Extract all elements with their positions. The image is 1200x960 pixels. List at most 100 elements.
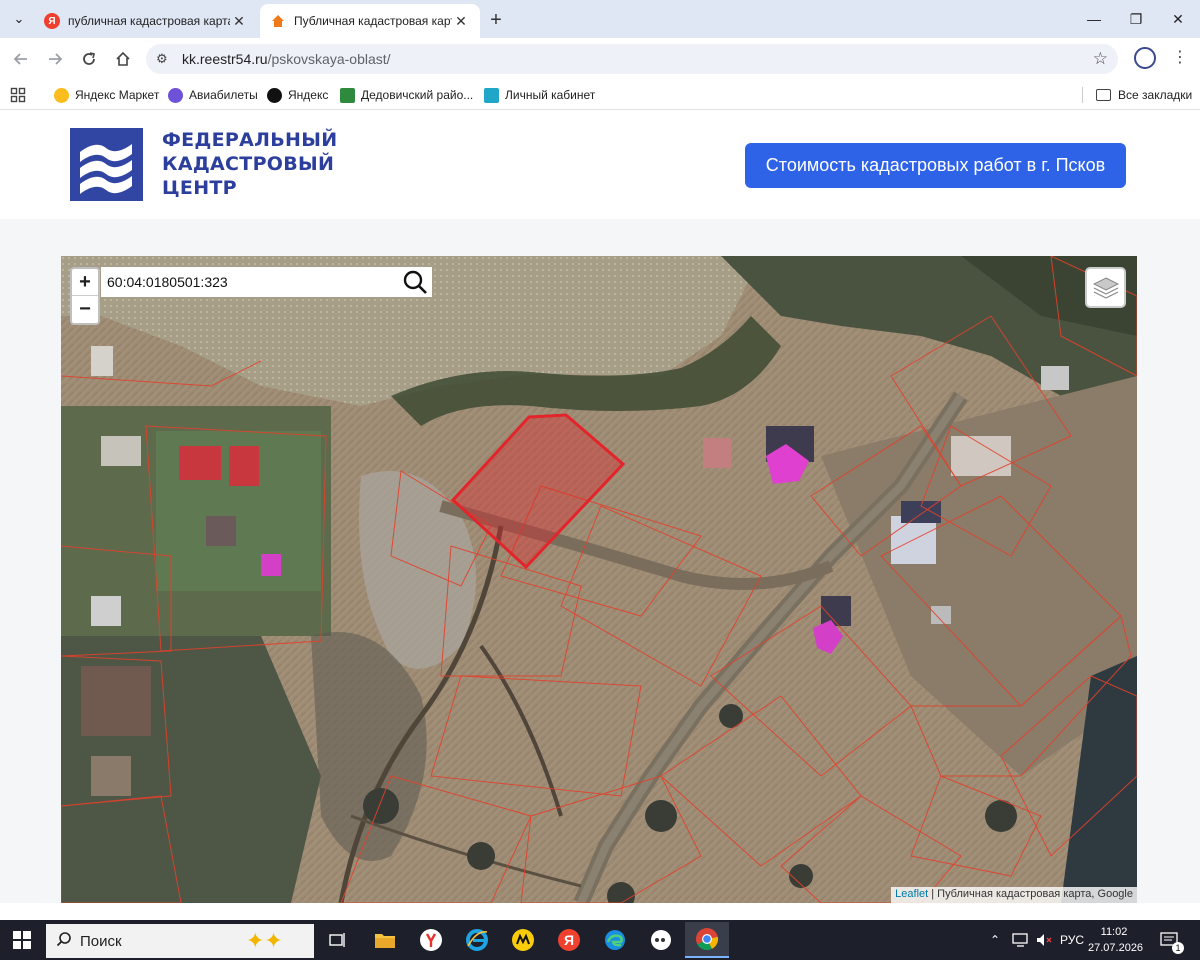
bookmark-lichny-kabinet[interactable]: Личный кабинет (484, 85, 595, 105)
home-button[interactable] (110, 46, 136, 72)
notifications-button[interactable]: 1 (1160, 920, 1184, 960)
bookmark-dedovichi[interactable]: Дедовичский райо... (340, 85, 473, 105)
home-icon (116, 51, 130, 66)
coat-of-arms-icon (340, 87, 355, 103)
app-dots-icon (651, 930, 671, 950)
notification-badge: 1 (1172, 942, 1184, 954)
restore-button[interactable]: ❐ (1116, 4, 1156, 34)
bookmark-star-icon[interactable]: ☆ (1093, 49, 1108, 69)
gosuslugi-icon (484, 87, 499, 103)
minimize-button[interactable]: — (1074, 4, 1114, 34)
taskbar-edge[interactable] (593, 922, 637, 958)
satellite-imagery (61, 256, 1137, 903)
zoom-out-button[interactable]: − (72, 296, 98, 323)
bookmarks-divider (1082, 87, 1083, 103)
logo-line: ЦЕНТР (162, 177, 237, 199)
taskbar-yandex-browser[interactable] (409, 922, 453, 958)
internet-explorer-icon (466, 929, 488, 951)
yandex-market-icon (54, 87, 69, 103)
tab-strip: ⌄ Я публичная кадастровая карта ✕ Публич… (0, 0, 1200, 38)
address-bar[interactable]: ⚙ kk.reestr54.ru/pskovskaya-oblast/ ☆ (146, 44, 1118, 74)
profile-icon[interactable] (1134, 47, 1156, 69)
logo-text[interactable]: ФЕДЕРАЛЬНЫЙ КАДАСТРОВЫЙ ЦЕНТР (162, 128, 362, 200)
arrow-left-icon (13, 53, 27, 65)
search-button[interactable] (402, 269, 428, 295)
tab-search-button[interactable]: ⌄ (6, 6, 32, 32)
taskbar-chrome[interactable] (685, 922, 729, 958)
network-icon[interactable] (1012, 920, 1030, 960)
taskbar-search[interactable]: Поиск ✦✦ (46, 924, 314, 958)
language-indicator[interactable]: РУС (1060, 920, 1084, 960)
zoom-control: + − (70, 267, 100, 325)
taskbar-yandex-market[interactable] (501, 922, 545, 958)
volume-muted-icon[interactable] (1036, 920, 1054, 960)
chrome-icon (696, 928, 719, 950)
site-header: ФЕДЕРАЛЬНЫЙ КАДАСТРОВЫЙ ЦЕНТР Стоимость … (0, 111, 1200, 219)
plane-icon (168, 87, 183, 103)
site-info-icon[interactable]: ⚙ (156, 51, 176, 67)
back-button[interactable] (8, 46, 34, 72)
close-window-button[interactable]: ✕ (1158, 4, 1198, 34)
arrow-right-icon (49, 53, 63, 65)
house-favicon-icon (270, 13, 286, 29)
taskbar-yandex[interactable]: Я (547, 922, 591, 958)
windows-logo-icon (13, 931, 31, 949)
taskbar-app-dots[interactable] (639, 922, 683, 958)
bookmark-aviabilety[interactable]: Авиабилеты (168, 85, 258, 105)
yandex-browser-icon (420, 929, 442, 951)
svg-text:Я: Я (564, 932, 574, 948)
close-tab-icon[interactable]: ✕ (452, 12, 470, 30)
yandex-icon: Я (558, 929, 580, 951)
zoom-in-button[interactable]: + (72, 269, 98, 296)
taskbar-explorer[interactable] (363, 922, 407, 958)
new-tab-button[interactable]: + (484, 8, 508, 32)
apps-grid-icon[interactable] (10, 85, 26, 105)
tab-title: Публичная кадастровая карта (294, 14, 452, 28)
search-icon (56, 931, 72, 952)
menu-dots-icon[interactable]: ⋮ (1170, 47, 1190, 69)
reload-icon (83, 52, 95, 65)
close-tab-icon[interactable]: ✕ (230, 12, 248, 30)
cadastral-search (101, 267, 432, 297)
cadastral-map[interactable]: + − Leaflet | Публичная кадастровая карт… (61, 256, 1137, 903)
logo-mark[interactable] (70, 128, 143, 201)
edge-icon (605, 930, 625, 950)
start-button[interactable] (0, 920, 44, 960)
windows-taskbar: Поиск ✦✦ Я ⌃ РУС 11:02 27.07.2026 1 (0, 920, 1200, 960)
leaflet-link[interactable]: Leaflet (895, 888, 928, 900)
layers-icon (1092, 276, 1119, 299)
yandex-favicon-icon: Я (44, 13, 60, 29)
reload-button[interactable] (76, 46, 102, 72)
tab-inactive[interactable]: Я публичная кадастровая карта ✕ (34, 4, 258, 38)
address-url: kk.reestr54.ru/pskovskaya-oblast/ (182, 51, 391, 67)
cadastral-number-input[interactable] (101, 274, 391, 290)
folder-icon (375, 934, 395, 948)
tab-active[interactable]: Публичная кадастровая карта ✕ (260, 4, 480, 38)
map-attribution: Leaflet | Публичная кадастровая карта, G… (891, 887, 1137, 903)
bookmarks-bar: Яндекс Маркет Авиабилеты Яндекс Дедовичс… (0, 80, 1200, 110)
sparkle-icon: ✦✦ (246, 928, 283, 953)
clock-date: 27.07.2026 (1088, 942, 1144, 954)
taskbar-ie[interactable] (455, 922, 499, 958)
taskbar-search-placeholder: Поиск (80, 932, 122, 950)
logo-waves-icon (70, 128, 143, 201)
forward-button[interactable] (42, 46, 68, 72)
cadastral-price-button[interactable]: Стоимость кадастровых работ в г. Псков (745, 143, 1126, 188)
task-view-button[interactable] (316, 922, 360, 958)
logo-line: КАДАСТРОВЫЙ (162, 153, 335, 175)
chevron-down-icon: ⌄ (13, 11, 25, 26)
logo-line: ФЕДЕРАЛЬНЫЙ (162, 129, 338, 151)
clock[interactable]: 11:02 27.07.2026 (1088, 924, 1144, 956)
bookmark-yandex[interactable]: Яндекс (267, 85, 328, 105)
tray-chevron-up-icon[interactable]: ⌃ (990, 920, 1000, 960)
all-bookmarks[interactable]: Все закладки (1096, 85, 1192, 105)
search-icon (403, 270, 427, 294)
browser-toolbar: ⚙ kk.reestr54.ru/pskovskaya-oblast/ ☆ ⋮ (0, 38, 1200, 80)
yandex-icon (267, 87, 282, 103)
folder-icon (1096, 89, 1111, 101)
clock-time: 11:02 (1100, 926, 1128, 938)
bookmark-yandex-market[interactable]: Яндекс Маркет (54, 85, 159, 105)
tab-title: публичная кадастровая карта (68, 14, 230, 28)
building-highlight (261, 554, 281, 576)
layers-button[interactable] (1085, 267, 1126, 308)
